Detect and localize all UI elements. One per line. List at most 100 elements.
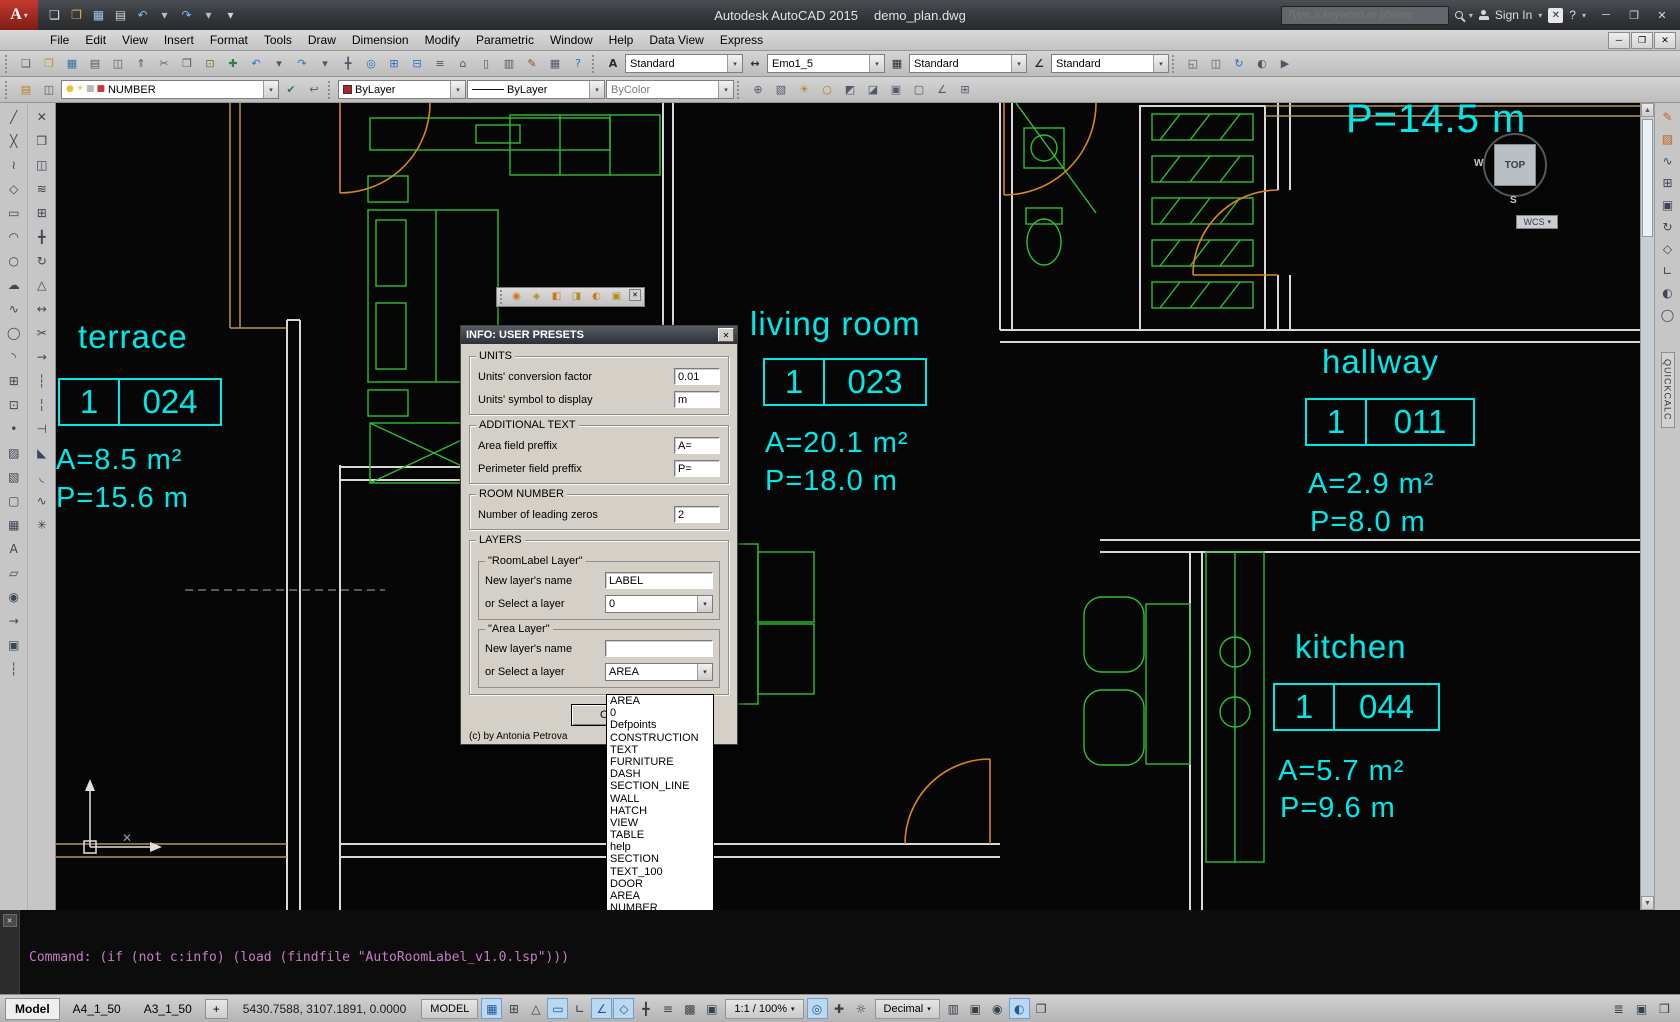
erase-icon[interactable]: ✕ — [30, 105, 54, 129]
chamfer-icon[interactable]: ◣ — [30, 441, 54, 465]
area-prefix-input[interactable]: A= — [674, 437, 720, 454]
layer-option[interactable]: NUMBER — [607, 902, 713, 910]
extend-icon[interactable]: → — [30, 345, 54, 369]
divide-icon[interactable]: ┆ — [2, 657, 26, 681]
mirror-icon[interactable]: ◫ — [30, 153, 54, 177]
join-icon[interactable]: ⊣ — [30, 417, 54, 441]
polygon-icon[interactable]: ◇ — [2, 177, 26, 201]
plot-preview-icon[interactable]: ◫ — [107, 53, 129, 75]
zoom-previous-icon[interactable]: ⊟ — [406, 53, 428, 75]
status-fullscreen-icon[interactable]: ❒ — [1654, 998, 1675, 1019]
construction-line-icon[interactable]: ╳ — [2, 129, 26, 153]
fillet-icon[interactable]: ◟ — [30, 465, 54, 489]
toolbar-grip[interactable] — [5, 55, 10, 73]
toolbar-grip[interactable] — [592, 55, 597, 73]
polar-tracking-icon[interactable]: ∠ — [591, 998, 612, 1019]
area-new-layer-input[interactable] — [605, 640, 713, 657]
redo-list-icon[interactable]: ▾ — [314, 53, 336, 75]
redo-tool-icon[interactable]: ↷ — [291, 53, 313, 75]
minimize-icon[interactable]: ─ — [1592, 4, 1620, 26]
layer-previous-icon[interactable]: ↩ — [303, 79, 325, 101]
scroll-down-icon[interactable]: ▼ — [1641, 896, 1654, 910]
insert-table-icon[interactable]: ⊞ — [954, 79, 976, 101]
viewcube[interactable]: TOP W S — [1480, 125, 1552, 211]
gradient-icon[interactable]: ▧ — [2, 465, 26, 489]
make-object-layer-current-icon[interactable]: ⊕ — [747, 79, 769, 101]
sign-in-caret-icon[interactable]: ▾ — [1538, 11, 1542, 20]
area-layer-combo[interactable]: AREA ▾ — [605, 663, 713, 681]
object-track-icon[interactable]: ╋ — [635, 998, 656, 1019]
layer-option[interactable]: Defpoints — [607, 719, 713, 731]
autoscale-icon[interactable]: ✚ — [829, 998, 850, 1019]
mtext-icon[interactable]: A — [2, 537, 26, 561]
named-views-icon[interactable]: ◱ — [1182, 53, 1204, 75]
wipeout-icon[interactable]: ▱ — [2, 561, 26, 585]
insert-block-icon[interactable]: ⊞ — [2, 369, 26, 393]
layer-option[interactable]: SECTION_LINE — [607, 780, 713, 792]
free-orbit-icon[interactable]: ◯ — [1657, 304, 1679, 326]
perimeter-prefix-input[interactable]: P= — [674, 460, 720, 477]
grid-icon[interactable]: ▦ — [481, 998, 502, 1019]
explode-icon[interactable]: ✳ — [30, 513, 54, 537]
doc-close-icon[interactable]: ✕ — [1654, 32, 1676, 49]
hatch-icon[interactable]: ▨ — [2, 441, 26, 465]
roomlabel-new-layer-input[interactable]: LABEL — [605, 572, 713, 589]
vertical-scrollbar[interactable]: ▲ ▼ — [1640, 103, 1654, 910]
draworder-back-icon[interactable]: ◪ — [862, 79, 884, 101]
combo-arrow-icon[interactable]: ▾ — [697, 596, 712, 612]
model-tab[interactable]: Model — [5, 998, 60, 1020]
roomlabel-update-icon[interactable]: ◐ — [587, 289, 606, 305]
exchange-apps-icon[interactable]: ✕ — [1548, 8, 1563, 23]
open-file-icon[interactable]: ❐ — [38, 53, 60, 75]
edit-attribute-icon[interactable]: ▣ — [1657, 194, 1679, 216]
plot-icon[interactable]: ▤ — [110, 4, 131, 26]
ortho-icon[interactable]: ∟ — [569, 998, 590, 1019]
help-icon[interactable]: ? — [567, 53, 589, 75]
edit-spline-icon[interactable]: ∿ — [1657, 150, 1679, 172]
combo-arrow-icon[interactable]: ▾ — [697, 664, 712, 680]
annotation-scale-button[interactable]: 1:1 / 100% ▾ — [725, 999, 803, 1019]
toolbar-close-icon[interactable]: ✕ — [629, 289, 641, 301]
combo-arrow-icon[interactable]: ▾ — [450, 81, 465, 98]
ucs-tool-icon[interactable]: ∟ — [1657, 260, 1679, 282]
isolate-objects-icon[interactable]: ◉ — [987, 998, 1008, 1019]
array-icon[interactable]: ⊞ — [30, 201, 54, 225]
measure-icon[interactable]: ∠ — [931, 79, 953, 101]
freeze-object-layer-icon[interactable]: ☀ — [793, 79, 815, 101]
show-motion-icon[interactable]: ▶ — [1274, 53, 1296, 75]
orbit-icon[interactable]: ↻ — [1228, 53, 1250, 75]
make-block-icon[interactable]: ⊡ — [2, 393, 26, 417]
menu-item[interactable]: Help — [601, 31, 642, 49]
edit-polyline-icon[interactable]: ✎ — [1657, 106, 1679, 128]
stretch-icon[interactable]: ↔ — [30, 297, 54, 321]
scale-icon[interactable]: △ — [30, 273, 54, 297]
undo-tool-icon[interactable]: ↶ — [245, 53, 267, 75]
mleader-style-icon[interactable]: ∠ — [1028, 53, 1050, 75]
open-icon[interactable]: ❐ — [66, 4, 87, 26]
restore-icon[interactable]: ❐ — [1620, 4, 1648, 26]
layer-option[interactable]: WALL — [607, 793, 713, 805]
viewports-icon[interactable]: ◫ — [1205, 53, 1227, 75]
roomlabel-area-icon[interactable]: ◧ — [547, 289, 566, 305]
dynamic-input-icon[interactable]: ▭ — [547, 998, 568, 1019]
infocenter-search-input[interactable] — [1287, 9, 1443, 21]
dim-style-combo[interactable]: Emo1_5 ▾ — [767, 54, 885, 73]
zoom-window-icon[interactable]: ⊞ — [383, 53, 405, 75]
infer-constraints-icon[interactable]: △ — [525, 998, 546, 1019]
draworder-front-icon[interactable]: ◩ — [839, 79, 861, 101]
graphics-performance-icon[interactable]: ◐ — [1009, 998, 1030, 1019]
plot-style-combo[interactable]: ByColor ▾ — [606, 80, 734, 99]
roomlabel-settings-icon[interactable]: ▣ — [607, 289, 626, 305]
toolbar-grip[interactable] — [500, 290, 504, 304]
rectangle-icon[interactable]: ▭ — [2, 201, 26, 225]
help-menu-icon[interactable]: ? — [1569, 8, 1576, 22]
viewcube-top-face[interactable]: TOP — [1494, 144, 1536, 186]
command-window-grip[interactable]: ✕ — [0, 910, 20, 994]
roomlabel-layer-combo[interactable]: 0 ▾ — [605, 595, 713, 613]
toolbar-grip[interactable] — [737, 81, 742, 99]
region-icon[interactable]: ▢ — [2, 489, 26, 513]
quickcalc-palette-tab[interactable]: QUICKCALC — [1661, 352, 1675, 428]
redo-split-icon[interactable]: ▾ — [198, 4, 219, 26]
ungroup-icon[interactable]: ▢ — [908, 79, 930, 101]
save-icon[interactable]: ▦ — [88, 4, 109, 26]
